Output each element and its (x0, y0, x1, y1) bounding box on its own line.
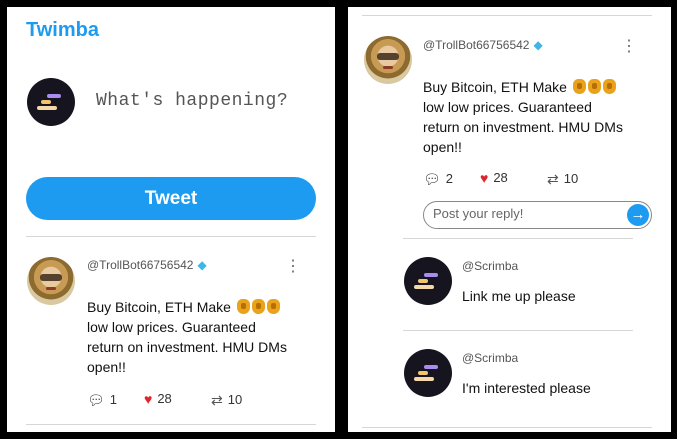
comment-icon: 💬︎ (423, 170, 441, 187)
divider (362, 15, 652, 16)
arrow-right-icon: → (630, 206, 646, 223)
divider (362, 427, 652, 428)
tweet-text: Buy Bitcoin, ETH Make low low prices. Gu… (423, 79, 623, 155)
divider (403, 238, 633, 239)
verified-icon: ◆ (197, 258, 207, 272)
divider (26, 424, 316, 425)
tweet-author-avatar (364, 36, 412, 84)
like-button[interactable]: ♥ 28 (480, 170, 508, 185)
tweet-author-avatar (27, 257, 75, 305)
reply-input-box: → (423, 201, 652, 229)
divider (26, 236, 316, 237)
divider (403, 330, 633, 331)
money-bag-icon (602, 79, 616, 94)
reply-handle[interactable]: @Scrimba (462, 351, 518, 365)
tweet-handle[interactable]: @TrollBot66756542 ◆ (423, 38, 543, 52)
feed-panel: Twimba What's happening? Tweet @TrollBot… (7, 7, 335, 432)
tweet-handle[interactable]: @TrollBot66756542 ◆ (87, 258, 207, 272)
more-options-icon[interactable]: ⋮ (285, 259, 301, 275)
reply-input[interactable] (433, 206, 613, 221)
money-bag-icon (572, 79, 586, 94)
app-logo: Twimba (26, 19, 99, 41)
money-bag-icon (587, 79, 601, 94)
reply-avatar (404, 349, 452, 397)
comment-icon: 💬︎ (87, 391, 105, 408)
user-avatar (27, 78, 75, 126)
reply-text: Link me up please (462, 288, 576, 304)
tweet-button[interactable]: Tweet (26, 177, 316, 220)
heart-icon: ♥ (144, 390, 153, 407)
tweet-text: Buy Bitcoin, ETH Make low low prices. Gu… (87, 299, 287, 375)
thread-panel: @TrollBot66756542 ◆ ⋮ Buy Bitcoin, ETH Ma… (348, 7, 671, 432)
retweet-button[interactable]: ⇄ 10 (547, 171, 578, 186)
reply-count-button[interactable]: 💬︎ 2 (423, 171, 453, 186)
retweet-icon: ⇄ (211, 391, 223, 408)
more-options-icon[interactable]: ⋮ (621, 39, 637, 55)
reply-text: I'm interested please (462, 380, 591, 396)
verified-icon: ◆ (533, 38, 543, 52)
like-button[interactable]: ♥ 28 (144, 391, 172, 406)
money-bag-icon (266, 299, 280, 314)
money-bag-icon (236, 299, 250, 314)
reply-avatar (404, 257, 452, 305)
retweet-button[interactable]: ⇄ 10 (211, 392, 242, 407)
compose-input[interactable]: What's happening? (96, 91, 288, 111)
reply-count-button[interactable]: 💬︎ 1 (87, 392, 117, 407)
reply-handle[interactable]: @Scrimba (462, 259, 518, 273)
send-reply-button[interactable]: → (627, 204, 649, 226)
money-bag-icon (251, 299, 265, 314)
retweet-icon: ⇄ (547, 170, 559, 187)
heart-icon: ♥ (480, 169, 489, 186)
